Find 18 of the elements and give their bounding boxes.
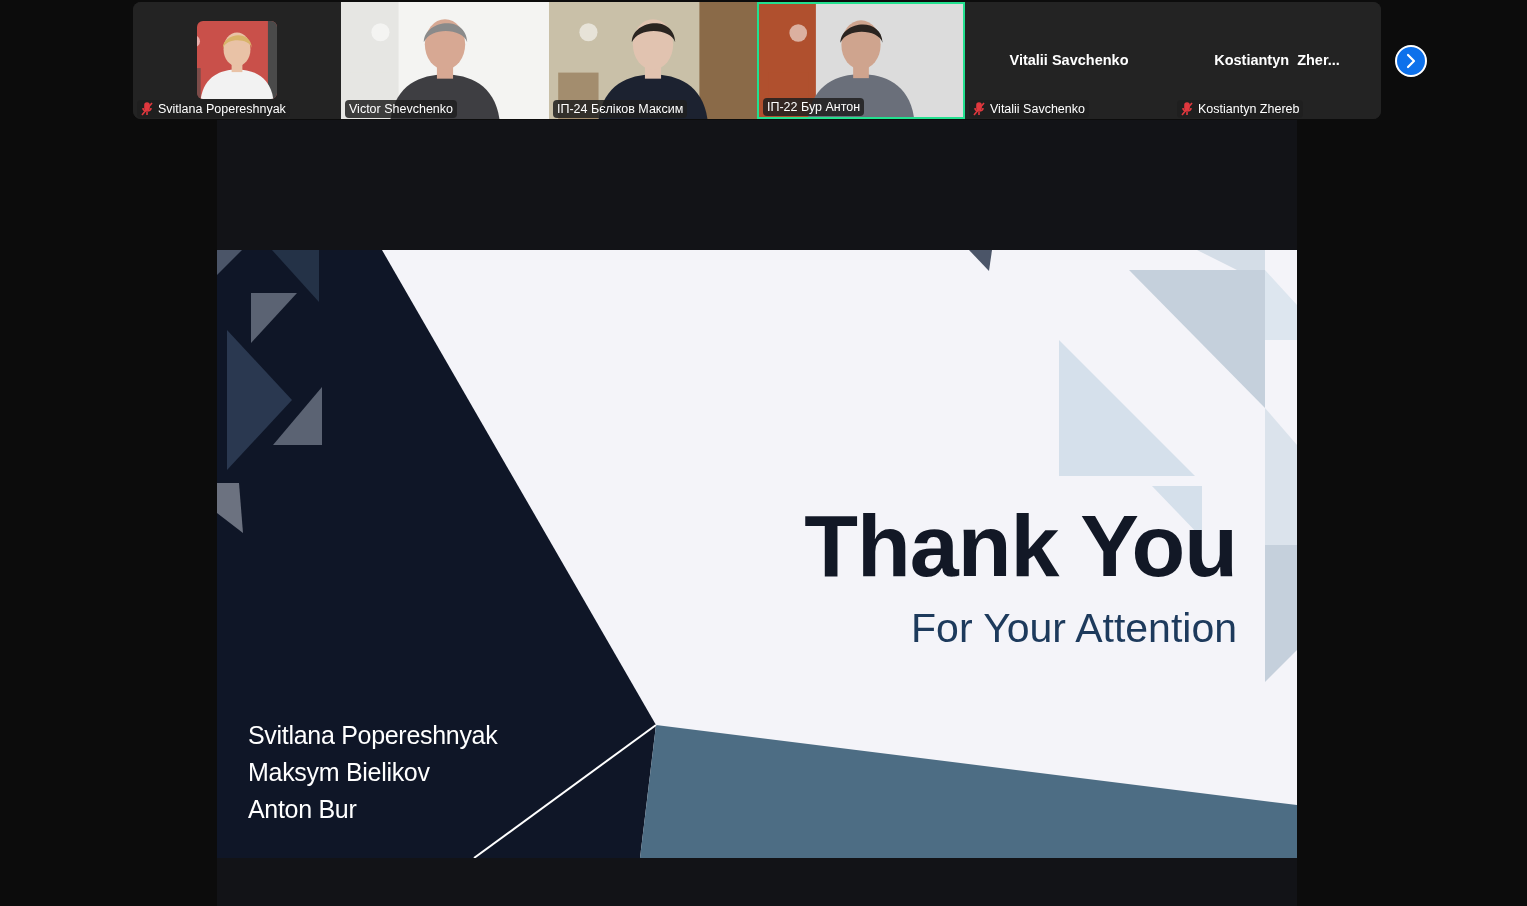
- participant-name: ІП-24 Бєліков Максим: [557, 102, 684, 116]
- author-name: Maksym Bielikov: [248, 757, 431, 788]
- next-page-button[interactable]: [1395, 44, 1427, 77]
- slide-subtitle: For Your Attention: [911, 606, 1237, 652]
- participant-display-name: Kostiantyn Zher...: [1214, 51, 1340, 68]
- video-tile[interactable]: ІП-24 Бєліков Максим: [549, 2, 757, 119]
- participant-name: Victor Shevchenko: [349, 102, 453, 116]
- author-name: Svitlana Popereshnyak: [248, 720, 498, 751]
- video-tile[interactable]: ІП-22 Бур Антон: [757, 2, 965, 119]
- slide-title: Thank You: [804, 502, 1237, 590]
- video-tile[interactable]: Victor Shevchenko: [341, 2, 549, 119]
- participant-name: ІП-22 Бур Антон: [767, 100, 861, 114]
- participant-display-name: Vitalii Savchenko: [1009, 51, 1129, 68]
- participant-name: Svitlana Popereshnyak: [158, 102, 286, 116]
- participant-name: Kostiantyn Zhereb: [1198, 102, 1300, 116]
- author-name: Anton Bur: [248, 794, 358, 825]
- participant-name: Vitalii Savchenko: [990, 102, 1085, 116]
- chevron-right-icon: [1406, 52, 1416, 69]
